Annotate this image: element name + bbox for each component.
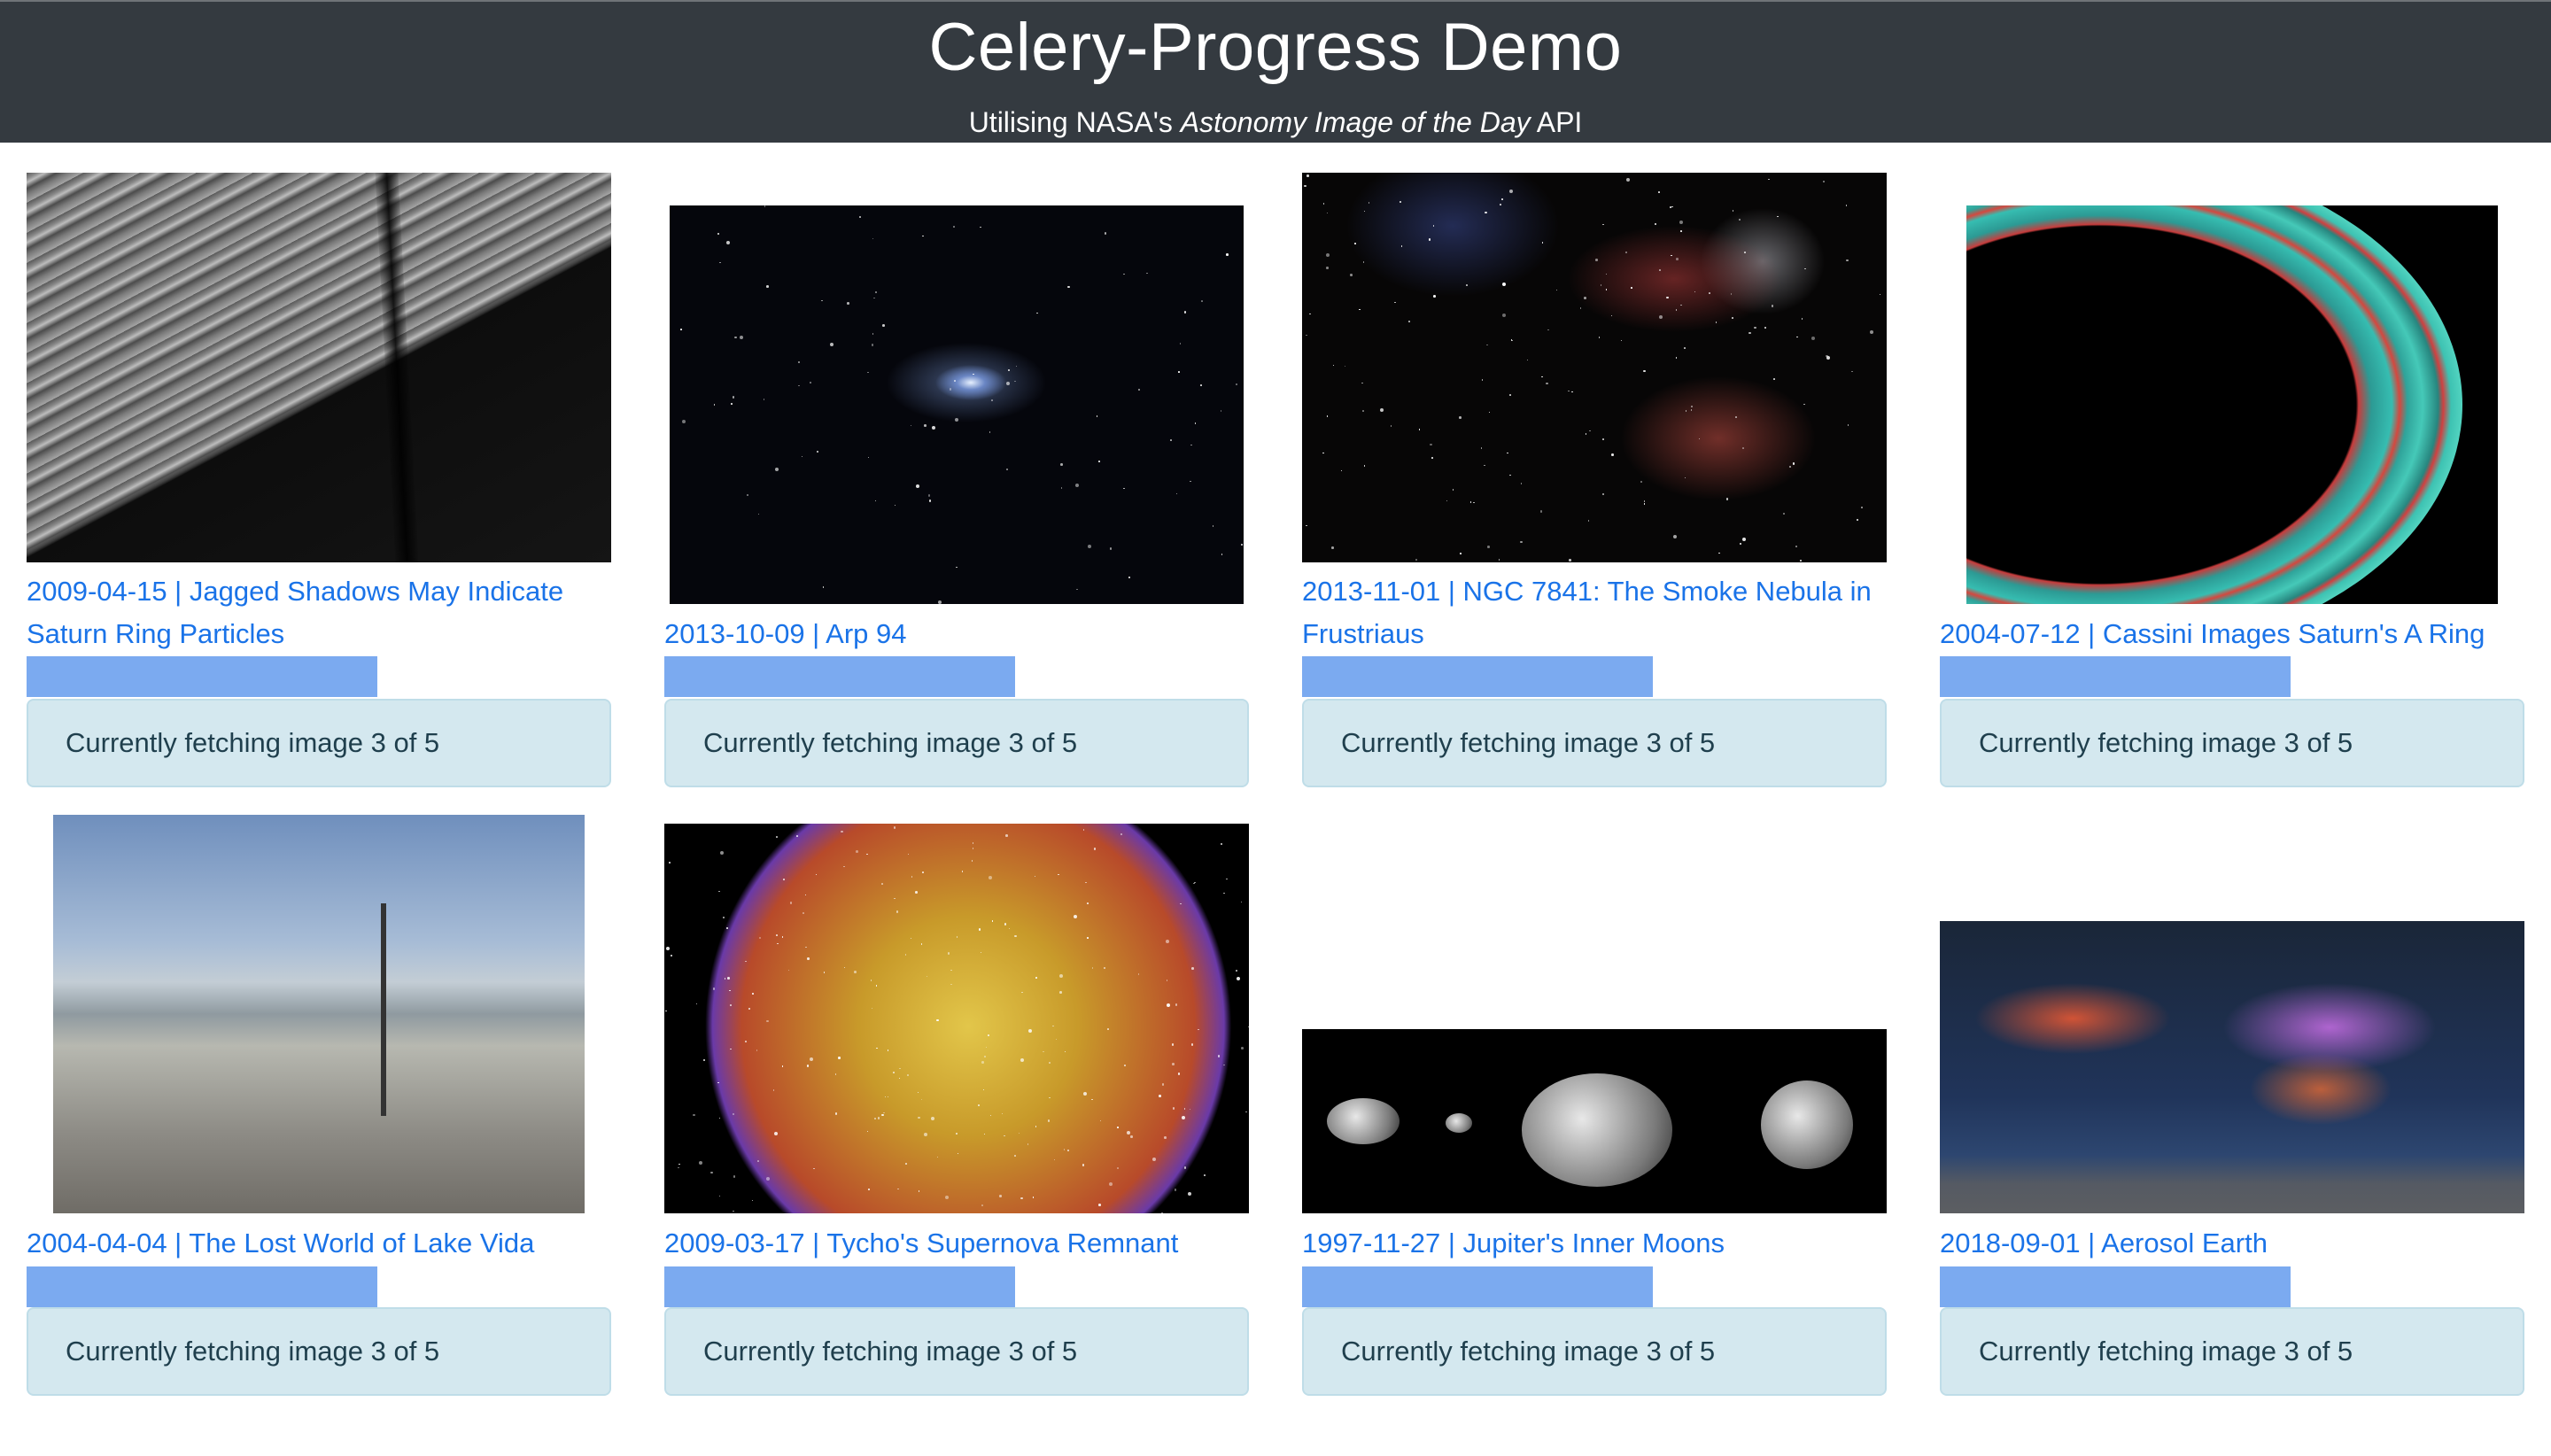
progress-fill xyxy=(27,656,377,697)
apod-image xyxy=(53,815,585,1213)
progress-bar xyxy=(27,1266,611,1307)
image-caption-link[interactable]: 2009-04-15 | Jagged Shadows May Indicate… xyxy=(27,570,629,655)
image-caption-link[interactable]: 2004-07-12 | Cassini Images Saturn's A R… xyxy=(1940,613,2542,655)
status-alert: Currently fetching image 3 of 5 xyxy=(27,1307,611,1396)
apod-image xyxy=(27,173,611,562)
status-alert: Currently fetching image 3 of 5 xyxy=(1940,1307,2524,1396)
progress-fill xyxy=(1302,656,1653,697)
subtitle-suffix: API xyxy=(1530,106,1583,138)
status-alert: Currently fetching image 3 of 5 xyxy=(27,699,611,787)
image-caption-link[interactable]: 2013-11-01 | NGC 7841: The Smoke Nebula … xyxy=(1302,570,1904,655)
progress-bar xyxy=(1940,1266,2524,1307)
apod-image xyxy=(664,824,1249,1213)
page-subtitle: Utilising NASA's Astonomy Image of the D… xyxy=(0,106,2551,138)
progress-bar xyxy=(664,656,1249,697)
status-alert: Currently fetching image 3 of 5 xyxy=(664,699,1249,787)
apod-image xyxy=(1940,921,2524,1213)
page-header: Celery-Progress Demo Utilising NASA's As… xyxy=(0,0,2551,143)
progress-bar xyxy=(27,656,611,697)
progress-bar xyxy=(1302,656,1887,697)
status-alert: Currently fetching image 3 of 5 xyxy=(1302,699,1887,787)
progress-bar xyxy=(664,1266,1249,1307)
image-caption-link[interactable]: 2013-10-09 | Arp 94 xyxy=(664,613,1267,655)
apod-image xyxy=(1302,1029,1887,1213)
subtitle-prefix: Utilising NASA's xyxy=(968,106,1181,138)
progress-fill xyxy=(1940,656,2291,697)
apod-image xyxy=(670,205,1244,604)
image-caption-link[interactable]: 2004-04-04 | The Lost World of Lake Vida xyxy=(27,1222,629,1265)
subtitle-emphasis: Astonomy Image of the Day xyxy=(1180,106,1531,138)
page-title: Celery-Progress Demo xyxy=(928,10,1623,85)
progress-bar xyxy=(1302,1266,1887,1307)
image-caption-link[interactable]: 2009-03-17 | Tycho's Supernova Remnant xyxy=(664,1222,1267,1265)
progress-bar xyxy=(1940,656,2524,697)
apod-image xyxy=(1966,205,2498,604)
image-caption-link[interactable]: 2018-09-01 | Aerosol Earth xyxy=(1940,1222,2542,1265)
image-caption-link[interactable]: 1997-11-27 | Jupiter's Inner Moons xyxy=(1302,1222,1904,1265)
progress-fill xyxy=(664,656,1015,697)
progress-fill xyxy=(664,1266,1015,1307)
progress-fill xyxy=(1940,1266,2291,1307)
status-alert: Currently fetching image 3 of 5 xyxy=(1940,699,2524,787)
status-alert: Currently fetching image 3 of 5 xyxy=(1302,1307,1887,1396)
progress-fill xyxy=(1302,1266,1653,1307)
status-alert: Currently fetching image 3 of 5 xyxy=(664,1307,1249,1396)
progress-fill xyxy=(27,1266,377,1307)
apod-image xyxy=(1302,173,1887,562)
